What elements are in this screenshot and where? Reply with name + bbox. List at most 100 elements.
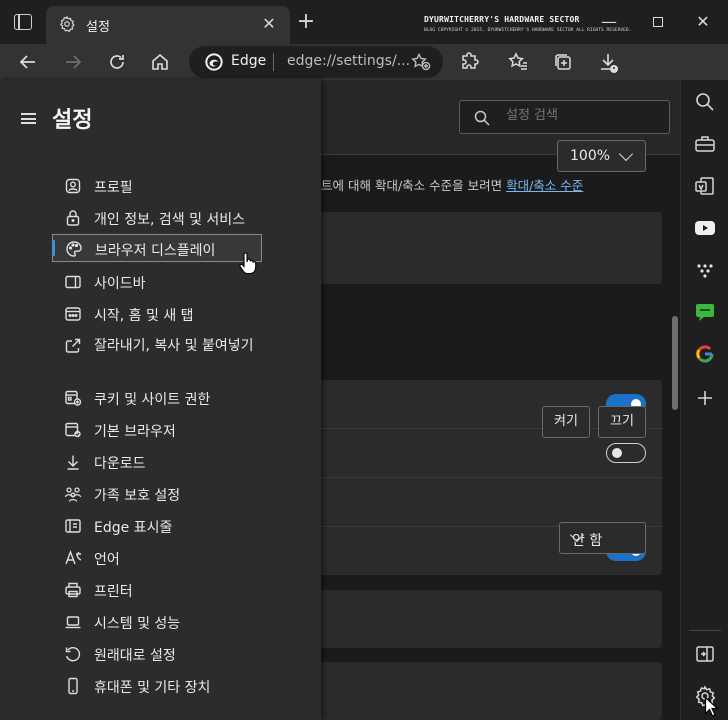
phone-icon <box>68 677 78 695</box>
back-button[interactable] <box>16 50 40 74</box>
menu-item-sidebar[interactable]: 사이드바 <box>52 268 262 296</box>
app-dots-icon[interactable] <box>693 258 717 282</box>
menu-item-cut-copy-paste[interactable]: 잘라내기, 복사 및 붙여넣기 <box>52 332 262 376</box>
hide-sidebar-icon[interactable] <box>693 642 717 666</box>
edge-bar-icon <box>65 519 81 533</box>
chevron-down-icon <box>618 146 634 162</box>
turn-off-button[interactable]: 끄기 <box>598 406 646 438</box>
menu-item-browser-display[interactable]: 브라우저 디스플레이 <box>52 234 262 262</box>
menu-item-label: 프로필 <box>94 180 133 196</box>
menu-item-downloads[interactable]: 다운로드 <box>52 448 262 476</box>
address-bar[interactable]: Edge edge://settings/... <box>189 46 443 78</box>
google-icon[interactable] <box>693 342 717 366</box>
menu-item-label: 개인 정보, 검색 및 서비스 <box>94 212 246 228</box>
menu-item-edge-bar[interactable]: Edge 표시줄 <box>52 512 262 540</box>
zoom-description-text: 트에 대해 확대/축소 수준을 보려면 <box>321 178 503 193</box>
menu-item-phone[interactable]: 휴대폰 및 기타 장치 <box>52 672 262 700</box>
zoom-description: 트에 대해 확대/축소 수준을 보려면 확대/축소 수준 <box>321 175 583 194</box>
menu-item-printer[interactable]: 프린터 <box>52 576 262 604</box>
zoom-level-select[interactable]: 100% <box>557 140 646 172</box>
menu-item-profile[interactable]: 프로필 <box>52 172 262 200</box>
menu-item-label: 다운로드 <box>94 456 146 472</box>
language-icon <box>65 550 82 565</box>
forward-button[interactable] <box>61 50 85 74</box>
menu-item-label: 언어 <box>94 552 120 568</box>
youtube-icon[interactable] <box>693 216 717 240</box>
home-button[interactable] <box>148 50 172 74</box>
edge-logo-icon <box>205 53 223 71</box>
arrow-cursor-icon <box>704 696 720 717</box>
add-sidebar-app-icon[interactable] <box>693 386 717 410</box>
refresh-button[interactable] <box>105 50 129 74</box>
sidebar-search-icon[interactable] <box>693 90 717 114</box>
cookie-permissions-icon <box>65 390 82 406</box>
menu-item-default-browser[interactable]: 기본 브라우저 <box>52 416 262 444</box>
title-bar: 설정 ✕ + DYURWITCHERRY'S HARDWARE SECTOR B… <box>0 0 728 44</box>
settings-menu-panel: 설정 프로필 개인 정보, 검색 및 서비스 브라우저 디스플레이 사이드바 시… <box>0 80 321 720</box>
maximize-button[interactable] <box>646 10 670 34</box>
gear-icon <box>59 15 75 33</box>
add-favorite-icon[interactable] <box>411 53 431 71</box>
home-icon <box>152 53 168 70</box>
menu-item-cookies[interactable]: 쿠키 및 사이트 권한 <box>52 384 262 412</box>
menu-item-language[interactable]: 언어 <box>52 544 262 572</box>
printer-icon <box>65 582 81 598</box>
menu-item-label: 시작, 홈 및 새 탭 <box>94 308 194 324</box>
menu-item-system[interactable]: 시스템 및 성능 <box>52 608 262 636</box>
toggle-switch-off[interactable] <box>606 443 646 463</box>
tab-actions-icon[interactable] <box>14 14 32 30</box>
menu-item-label: 쿠키 및 사이트 권한 <box>94 392 211 408</box>
search-icon <box>474 110 490 126</box>
scrollbar-thumb[interactable] <box>672 316 678 410</box>
turn-on-button[interactable]: 켜기 <box>542 406 590 438</box>
navigation-bar: Edge edge://settings/... ··· <box>0 44 728 116</box>
home-tab-icon <box>65 307 81 321</box>
tab-title: 설정 <box>86 20 110 35</box>
family-icon <box>64 487 82 502</box>
lock-icon <box>66 210 80 226</box>
menu-item-label: 잘라내기, 복사 및 붙여넣기 <box>94 338 254 354</box>
hand-cursor-icon <box>239 252 257 275</box>
sidebar-icon <box>65 275 81 289</box>
zoom-level-link[interactable]: 확대/축소 수준 <box>506 178 583 193</box>
zoom-card <box>300 212 662 284</box>
settings-search-input[interactable] <box>506 108 656 123</box>
download-icon <box>67 455 79 470</box>
new-tab-button[interactable]: + <box>296 11 316 33</box>
forward-arrow-icon <box>66 55 82 69</box>
extensions-icon[interactable] <box>458 50 482 74</box>
chat-app-icon[interactable] <box>693 300 717 324</box>
close-window-button[interactable]: ✕ <box>691 10 715 34</box>
back-arrow-icon <box>19 55 35 69</box>
default-browser-icon <box>65 422 81 438</box>
minimize-button[interactable]: — <box>597 10 621 34</box>
tab-settings[interactable]: 설정 ✕ <box>46 6 290 44</box>
refresh-icon <box>110 55 124 69</box>
menu-item-reset[interactable]: 원래대로 설정 <box>52 640 262 668</box>
url-text[interactable]: edge://settings/... <box>287 53 410 69</box>
menu-item-label: 사이드바 <box>94 276 146 292</box>
hamburger-menu-icon[interactable] <box>21 113 36 124</box>
collections-icon[interactable] <box>551 50 575 74</box>
menu-item-privacy[interactable]: 개인 정보, 검색 및 서비스 <box>52 204 262 232</box>
menu-item-label: 기본 브라우저 <box>94 424 176 440</box>
edge-sidebar <box>680 80 728 720</box>
menu-item-label: 프린터 <box>94 584 133 600</box>
menu-item-start-home[interactable]: 시작, 홈 및 새 탭 <box>52 300 262 328</box>
downloads-icon[interactable] <box>596 50 620 74</box>
never-select[interactable]: 안 함 <box>559 522 646 554</box>
settings-search-box[interactable] <box>459 100 670 134</box>
menu-item-label: Edge 표시줄 <box>94 520 173 536</box>
close-tab-icon[interactable]: ✕ <box>260 14 278 33</box>
tools-icon[interactable] <box>693 132 717 156</box>
extra-card <box>300 662 662 720</box>
favorites-icon[interactable] <box>506 50 530 74</box>
zoom-level-value: 100% <box>570 148 611 164</box>
office-icon[interactable] <box>693 174 717 198</box>
menu-title: 설정 <box>52 108 93 133</box>
menu-item-label: 브라우저 디스플레이 <box>95 243 216 259</box>
menu-item-label: 시스템 및 성능 <box>94 616 181 632</box>
reset-icon <box>65 647 81 662</box>
menu-item-family[interactable]: 가족 보호 설정 <box>52 480 262 508</box>
fullscreen-card <box>300 590 662 648</box>
